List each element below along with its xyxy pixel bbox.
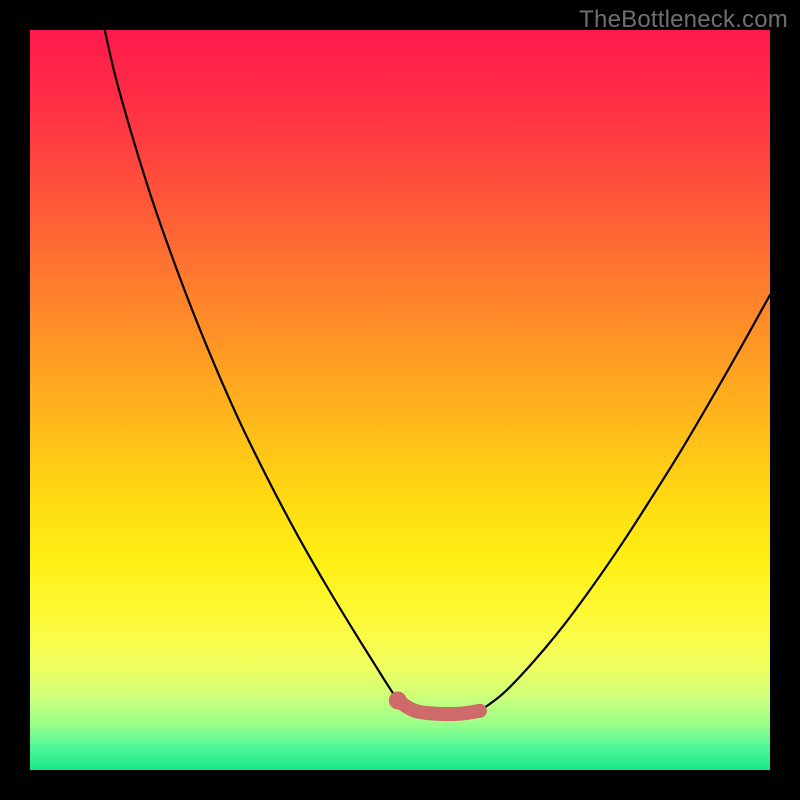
highlight-dot: [389, 691, 407, 709]
chart-frame: TheBottleneck.com: [0, 0, 800, 800]
curve-layer: [30, 30, 770, 770]
right-curve: [480, 295, 770, 711]
left-curve: [105, 30, 398, 700]
valley-highlight: [398, 700, 480, 714]
watermark-text: TheBottleneck.com: [579, 6, 788, 34]
